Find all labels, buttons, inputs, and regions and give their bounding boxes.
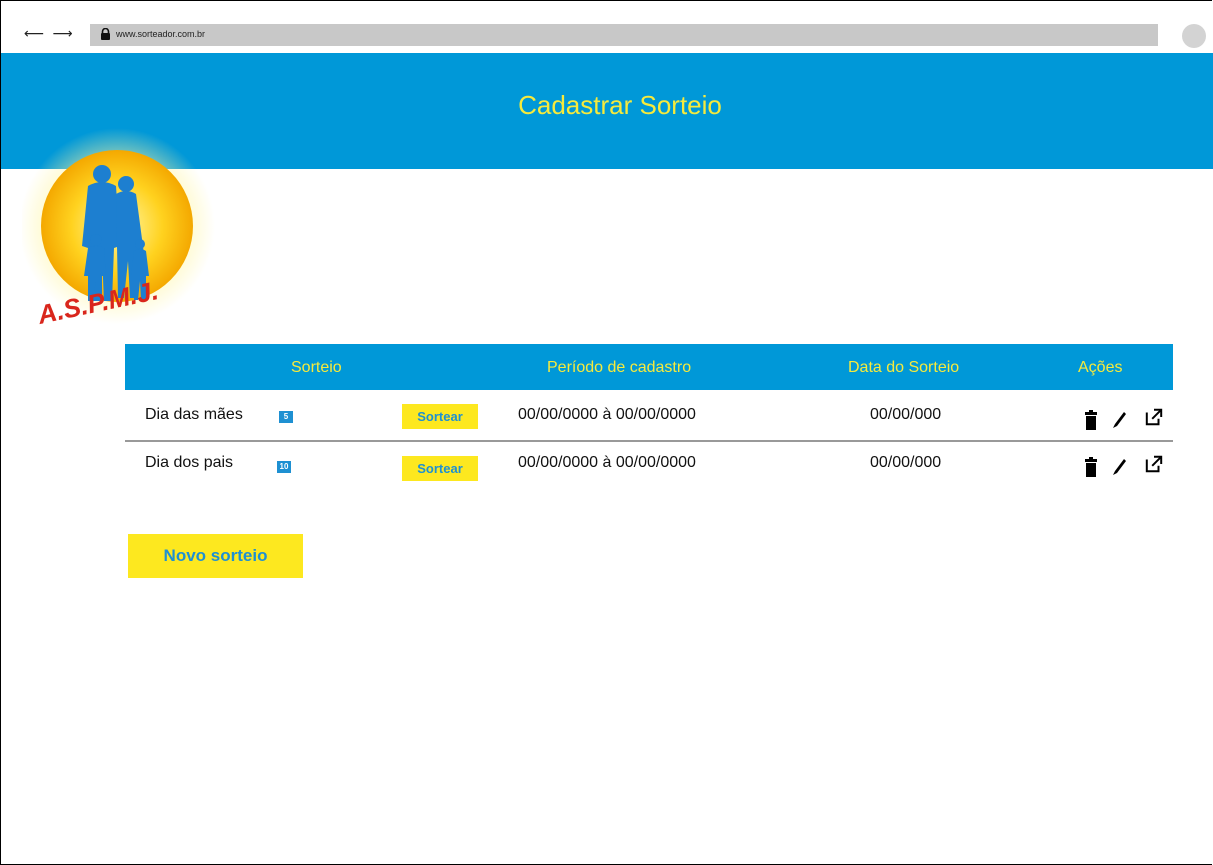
sortear-button[interactable]: Sortear	[402, 404, 478, 429]
draw-date: 00/00/000	[870, 454, 942, 471]
address-bar[interactable]	[90, 24, 1158, 46]
table-header: Sorteio Período de cadastro Data do Sort…	[125, 344, 1173, 390]
column-header-sorteio: Sorteio	[291, 359, 342, 376]
column-header-data: Data do Sorteio	[848, 359, 960, 376]
participant-count-badge: 10	[277, 461, 291, 473]
column-header-periodo: Período de cadastro	[547, 359, 692, 376]
registration-period: 00/00/0000 à 00/00/0000	[518, 406, 696, 423]
draw-name: Dia dos pais	[145, 454, 234, 471]
profile-avatar[interactable]	[1182, 24, 1206, 48]
page-title: Cadastrar Sorteio	[518, 90, 722, 120]
sortear-button[interactable]: Sortear	[402, 456, 478, 481]
draw-date: 00/00/000	[870, 406, 942, 423]
external-link-icon[interactable]	[1145, 407, 1163, 427]
column-header-acoes: Ações	[1078, 359, 1123, 376]
trash-icon[interactable]	[1084, 410, 1102, 430]
draws-table: Sorteio Período de cadastro Data do Sort…	[125, 344, 1173, 390]
browser-nav-arrows[interactable]: ⟵ ⟶	[24, 26, 75, 42]
trash-icon[interactable]	[1084, 457, 1102, 477]
url-text[interactable]: www.sorteador.com.br	[116, 29, 205, 39]
external-link-icon[interactable]	[1145, 454, 1163, 474]
aspmj-logo: A.S.P.M.J.	[22, 128, 215, 330]
registration-period: 00/00/0000 à 00/00/0000	[518, 454, 696, 471]
new-draw-button[interactable]: Novo sorteio	[128, 534, 303, 578]
lock-icon	[101, 28, 110, 40]
row-divider	[125, 440, 1173, 442]
pencil-icon[interactable]	[1110, 410, 1128, 430]
pencil-icon[interactable]	[1110, 457, 1128, 477]
participant-count-badge: 5	[279, 411, 293, 423]
draw-name: Dia das mães	[145, 406, 243, 423]
